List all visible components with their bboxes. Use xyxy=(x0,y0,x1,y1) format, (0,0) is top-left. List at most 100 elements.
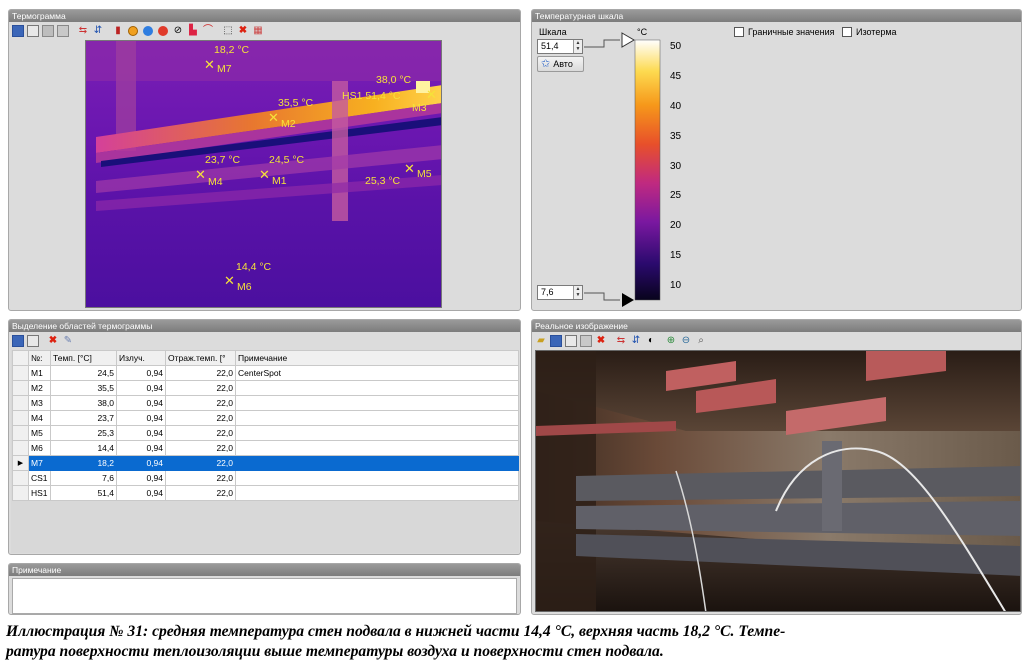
marker-m2[interactable]: ✕ xyxy=(268,111,279,124)
cell-reflected-temp[interactable]: 22,0 xyxy=(165,485,236,501)
copy-icon[interactable] xyxy=(26,334,40,348)
copy-icon[interactable] xyxy=(564,334,578,348)
table-row[interactable]: M3 38,0 0,94 22,0 xyxy=(12,395,519,411)
table-row[interactable]: CS1 7,6 0,94 22,0 xyxy=(12,470,519,486)
table-row[interactable]: ▶ M7 18,2 0,94 22,0 xyxy=(12,455,519,471)
cell-emissivity[interactable]: 0,94 xyxy=(116,470,166,486)
cell-number[interactable]: M3 xyxy=(28,395,51,411)
cell-number[interactable]: M1 xyxy=(28,365,51,381)
cell-emissivity[interactable]: 0,94 xyxy=(116,485,166,501)
cell-temp[interactable]: 24,5 xyxy=(50,365,117,381)
col-note[interactable]: Примечание xyxy=(235,350,519,366)
cell-number[interactable]: M2 xyxy=(28,380,51,396)
cell-reflected-temp[interactable]: 22,0 xyxy=(165,455,236,471)
delete-marker-icon[interactable]: ⊘ xyxy=(171,24,185,38)
scale-min-input[interactable]: 7,6 ▲ ▼ xyxy=(537,285,583,300)
cell-number[interactable]: M7 xyxy=(28,455,51,471)
cell-reflected-temp[interactable]: 22,0 xyxy=(165,380,236,396)
cell-reflected-temp[interactable]: 22,0 xyxy=(165,425,236,441)
pin-icon[interactable]: ✎ xyxy=(61,334,75,348)
cell-emissivity[interactable]: 0,94 xyxy=(116,365,166,381)
zoom-in-icon[interactable]: ⊕ xyxy=(664,334,678,348)
cell-temp[interactable]: 25,3 xyxy=(50,425,117,441)
cell-note[interactable] xyxy=(235,455,519,471)
table-row[interactable]: M6 14,4 0,94 22,0 xyxy=(12,440,519,456)
cell-emissivity[interactable]: 0,94 xyxy=(116,410,166,426)
table-row[interactable]: M5 25,3 0,94 22,0 xyxy=(12,425,519,441)
selection-icon[interactable]: ⬚ xyxy=(221,24,235,38)
histogram-icon[interactable]: ▙ xyxy=(186,24,200,38)
row-indicator[interactable] xyxy=(12,485,29,501)
table-row[interactable]: HS1 51,4 0,94 22,0 xyxy=(12,485,519,501)
cell-emissivity[interactable]: 0,94 xyxy=(116,425,166,441)
cell-reflected-temp[interactable]: 22,0 xyxy=(165,440,236,456)
marker-m5[interactable]: ✕ xyxy=(404,162,415,175)
cell-number[interactable]: CS1 xyxy=(28,470,51,486)
cell-emissivity[interactable]: 0,94 xyxy=(116,395,166,411)
profile-icon[interactable]: ⌒ xyxy=(201,24,215,38)
auto-button[interactable]: ✩ Авто xyxy=(537,56,584,72)
copy-icon[interactable] xyxy=(26,24,40,38)
cell-reflected-temp[interactable]: 22,0 xyxy=(165,410,236,426)
thermogram-image[interactable]: 18,2 °C ✕ M7 35,5 °C ✕ M2 38,0 °C HS1 51… xyxy=(85,40,442,308)
flip-icon[interactable]: ⇵ xyxy=(91,24,105,38)
cell-emissivity[interactable]: 0,94 xyxy=(116,440,166,456)
save-icon[interactable] xyxy=(11,334,25,348)
cell-number[interactable]: M4 xyxy=(28,410,51,426)
row-indicator[interactable] xyxy=(12,470,29,486)
col-reflected-temp[interactable]: Отраж.темп. [° xyxy=(165,350,236,366)
zoom-fit-icon[interactable]: ⌕ xyxy=(694,334,708,348)
row-indicator[interactable] xyxy=(12,440,29,456)
cell-note[interactable]: CenterSpot xyxy=(235,365,519,381)
cell-temp[interactable]: 18,2 xyxy=(50,455,117,471)
contrast-icon[interactable]: ◐ xyxy=(644,334,658,348)
export-icon[interactable] xyxy=(56,24,70,38)
rotate-icon[interactable]: ⇆ xyxy=(76,24,90,38)
open-image-icon[interactable]: ▰ xyxy=(534,334,548,348)
cell-note[interactable] xyxy=(235,470,519,486)
cell-note[interactable] xyxy=(235,380,519,396)
note-textarea[interactable] xyxy=(12,578,517,614)
rotate-icon[interactable]: ⇆ xyxy=(614,334,628,348)
thermometer-icon[interactable]: ▮ xyxy=(111,24,125,38)
cell-number[interactable]: M6 xyxy=(28,440,51,456)
paste-icon[interactable] xyxy=(41,24,55,38)
spot-tool-icon[interactable] xyxy=(126,24,140,38)
cell-emissivity[interactable]: 0,94 xyxy=(116,455,166,471)
scale-max-input[interactable]: 51,4 ▲ ▼ xyxy=(537,39,583,54)
cell-reflected-temp[interactable]: 22,0 xyxy=(165,470,236,486)
zoom-out-icon[interactable]: ⊖ xyxy=(679,334,693,348)
cell-temp[interactable]: 38,0 xyxy=(50,395,117,411)
cell-note[interactable] xyxy=(235,425,519,441)
cell-emissivity[interactable]: 0,94 xyxy=(116,380,166,396)
save-icon[interactable] xyxy=(549,334,563,348)
hot-spot-icon[interactable] xyxy=(156,24,170,38)
marker-m1[interactable]: ✕ xyxy=(259,168,270,181)
grid-icon[interactable]: ▦ xyxy=(251,24,265,38)
cell-number[interactable]: M5 xyxy=(28,425,51,441)
row-indicator[interactable] xyxy=(12,410,29,426)
marker-m3[interactable]: ✕ xyxy=(426,88,437,101)
cell-temp[interactable]: 35,5 xyxy=(50,380,117,396)
row-indicator[interactable] xyxy=(12,395,29,411)
table-row[interactable]: M2 35,5 0,94 22,0 xyxy=(12,380,519,396)
cell-temp[interactable]: 14,4 xyxy=(50,440,117,456)
col-emissivity[interactable]: Излуч. xyxy=(116,350,166,366)
cell-temp[interactable]: 23,7 xyxy=(50,410,117,426)
limits-checkbox[interactable] xyxy=(734,27,744,37)
save-icon[interactable] xyxy=(11,24,25,38)
col-number[interactable]: №: xyxy=(28,350,51,366)
table-row[interactable]: M1 24,5 0,94 22,0 CenterSpot xyxy=(12,365,519,381)
delete-icon[interactable]: ✖ xyxy=(236,24,250,38)
cell-note[interactable] xyxy=(235,485,519,501)
row-indicator[interactable]: ▶ xyxy=(12,455,29,471)
marker-m7[interactable]: ✕ xyxy=(204,58,215,71)
cold-spot-icon[interactable] xyxy=(141,24,155,38)
table-row[interactable]: M4 23,7 0,94 22,0 xyxy=(12,410,519,426)
flip-icon[interactable]: ⇵ xyxy=(629,334,643,348)
real-photo[interactable] xyxy=(535,350,1021,612)
row-indicator[interactable] xyxy=(12,425,29,441)
marker-m4[interactable]: ✕ xyxy=(195,168,206,181)
marker-m6[interactable]: ✕ xyxy=(224,274,235,287)
isotherm-checkbox-row[interactable]: Изотерма xyxy=(842,27,897,37)
